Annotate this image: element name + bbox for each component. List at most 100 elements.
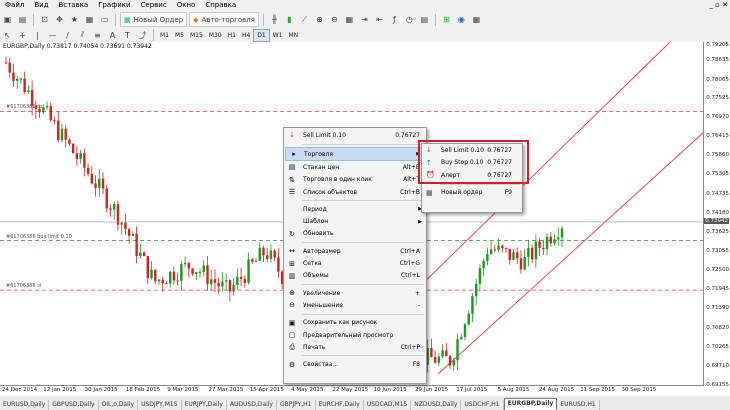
timeframe-m5[interactable]: M5 <box>172 30 187 41</box>
context-item-trade[interactable]: ▸ Торговля ▶ <box>285 147 425 162</box>
context-item-zoomin[interactable]: ⊕ Увеличение + <box>284 287 426 299</box>
text-icon[interactable]: A <box>106 29 119 42</box>
candle-body <box>445 350 448 357</box>
menu-item-6[interactable]: Справка <box>200 0 241 11</box>
line-chart-icon[interactable]: ⟋ <box>298 13 311 26</box>
chart-tab[interactable]: EURUSD,H1 <box>557 400 600 410</box>
menu-item-0[interactable]: Файл <box>0 0 29 11</box>
chart-shift-icon[interactable]: ⇤ <box>373 13 386 26</box>
chart-tab[interactable]: EURCHF,Daily <box>316 400 364 410</box>
context-item-preview[interactable]: ▢ Предварительный просмотр <box>284 329 426 341</box>
context-item-autoscroll[interactable]: ↔ Авторазмер Ctrl+A <box>284 245 426 257</box>
timeframe-mn[interactable]: MN <box>286 30 302 41</box>
terminal-icon[interactable]: ▦ <box>83 13 96 26</box>
chart-tab[interactable]: USDCAD,M15 <box>364 400 412 410</box>
refresh-icon: ↻ <box>289 229 295 238</box>
date-tick-label: 9 Mar 2015 <box>167 387 199 393</box>
context-item-template[interactable]: Шаблон ▶ <box>284 215 426 227</box>
chart-tab[interactable]: AUDUSD,Daily <box>227 400 277 410</box>
context-item-save[interactable]: ▣ Сохранить как рисунок <box>284 317 426 329</box>
profiles-icon[interactable]: ▤ <box>16 13 29 26</box>
date-tick-label: 24 Aug 2015 <box>538 387 575 393</box>
context-item-grid[interactable]: ⊞ Сетка Ctrl+G <box>284 257 426 269</box>
context-item-depth[interactable]: ▤ Стакан цен Alt+B <box>284 161 426 173</box>
trendline-icon[interactable]: / <box>61 29 74 42</box>
context-item-oneclick[interactable]: ⇅ Торговля в один клик Alt+T <box>284 174 426 186</box>
menu-item-3[interactable]: Графики <box>93 0 135 11</box>
context-item-print[interactable]: ⎙ Печать Ctrl+P <box>284 341 426 353</box>
zoom-out-icon[interactable]: ⊖ <box>328 13 341 26</box>
context-item-props[interactable]: ⚙ Свойства... F8 <box>284 358 426 370</box>
context-item-objects[interactable]: ☰ Список объектов Ctrl+B <box>284 186 426 198</box>
price-tick-label: 0.76415 <box>706 133 729 140</box>
price-axis[interactable]: 0.79205 0.78635 0.78065 0.77525 0.76970 0.764… <box>703 42 730 388</box>
cursor-icon[interactable]: ↖ <box>1 29 14 42</box>
periods-icon[interactable]: ◷ <box>403 13 416 26</box>
new-order-icon: ▦ <box>124 15 131 24</box>
add-icon[interactable]: ⊞ <box>440 13 453 26</box>
context-item-zoomout[interactable]: ⊖ Уменьшение - <box>284 299 426 311</box>
fibonacci-icon[interactable]: ≡ <box>91 29 104 42</box>
indicators-icon[interactable]: ƒ <box>388 13 401 26</box>
new-chart-icon[interactable]: ▣ <box>1 13 14 26</box>
autotrade-button[interactable]: ◆ Авто-торговля <box>189 12 259 27</box>
timeframe-m15[interactable]: M15 <box>187 30 206 41</box>
candle-body <box>154 269 157 282</box>
candle-body <box>157 279 161 282</box>
submenu-item-new-order[interactable]: ▦ Новый ордер F9 <box>422 187 522 200</box>
vertical-line-icon[interactable]: | <box>31 29 44 42</box>
separator <box>33 13 34 26</box>
navigator-icon[interactable]: ★ <box>68 13 81 26</box>
arrow-icon[interactable]: ⤴ <box>136 29 149 42</box>
timeframe-d1[interactable]: D1 <box>253 28 270 42</box>
menu-item-5[interactable]: Окно <box>172 0 201 11</box>
context-item-refresh[interactable]: ↻ Обновить <box>284 228 426 240</box>
timeframe-h4[interactable]: H4 <box>239 30 253 41</box>
timeframe-w1[interactable]: W1 <box>270 30 286 41</box>
context-sell-limit[interactable]: ↓ Sell Limit 0.10 0.76727 <box>284 128 426 142</box>
chart-tab[interactable]: USDJPY,M15 <box>138 400 182 410</box>
candle-body <box>19 78 23 80</box>
market-watch-icon[interactable]: ⊡ <box>38 13 51 26</box>
timeframe-h1[interactable]: H1 <box>225 30 239 41</box>
data-window-icon[interactable]: ✥ <box>53 13 66 26</box>
window-controls[interactable]: _ ▫ ✕ <box>709 1 728 9</box>
crosshair-icon[interactable]: + <box>16 29 29 42</box>
settings-icon[interactable]: ▦ <box>470 13 483 26</box>
timeframe-m1[interactable]: M1 <box>157 30 172 41</box>
date-tick-label: 30 Sep 2015 <box>621 387 657 393</box>
autoscroll-icon[interactable]: ⇥ <box>358 13 371 26</box>
candle-body <box>269 250 273 259</box>
context-item-label: Предварительный просмотр <box>303 331 394 339</box>
chart-tab[interactable]: NZDUSD,Daily <box>411 400 462 410</box>
label-icon[interactable]: T <box>121 29 134 42</box>
zoom-in-icon[interactable]: ⊕ <box>313 13 326 26</box>
tile-icon[interactable]: ▦ <box>343 13 356 26</box>
chart-tab[interactable]: OIL,o,Daily <box>99 400 139 410</box>
chart-tabs: EURUSD,Daily GBPUSD,Daily OIL,o,Daily USDJP… <box>0 396 730 410</box>
chart-tab[interactable]: GBPJPY,H1 <box>277 400 316 410</box>
templates-icon[interactable]: ▤ <box>418 13 431 26</box>
horizontal-line-icon[interactable]: — <box>46 29 59 42</box>
chart-tab[interactable]: EURGBP,Daily <box>503 398 558 410</box>
candle-body <box>101 178 105 189</box>
chart-tab[interactable]: USDCHF,H1 <box>461 400 504 410</box>
candle-body <box>467 313 470 325</box>
candle-chart-icon[interactable]: ▮ <box>283 13 296 26</box>
context-item-period[interactable]: Период▶ <box>284 203 426 215</box>
bar-chart-icon[interactable]: ╫ <box>268 13 281 26</box>
context-item-volumes[interactable]: ▥ Объемы Ctrl+L <box>284 270 426 282</box>
chart-tab[interactable]: GBPUSD,Daily <box>49 400 99 410</box>
candle-body <box>187 262 191 269</box>
order-line-label: #61706386 tp <box>6 104 43 111</box>
channel-icon[interactable]: ⫽ <box>76 29 89 42</box>
new-order-button[interactable]: ▦ Новый Ордер <box>120 12 188 27</box>
globe-icon[interactable]: ◉ <box>455 13 468 26</box>
tester-icon[interactable]: ▭ <box>98 13 111 26</box>
chart-tab[interactable]: EURUSD,Daily <box>0 400 50 410</box>
menu-item-2[interactable]: Вставка <box>54 0 94 11</box>
menu-item-4[interactable]: Сервис <box>136 0 172 11</box>
menu-item-1[interactable]: Вид <box>29 0 53 11</box>
timeframe-m30[interactable]: M30 <box>206 30 225 41</box>
chart-tab[interactable]: EURJPY,Daily <box>182 400 227 410</box>
